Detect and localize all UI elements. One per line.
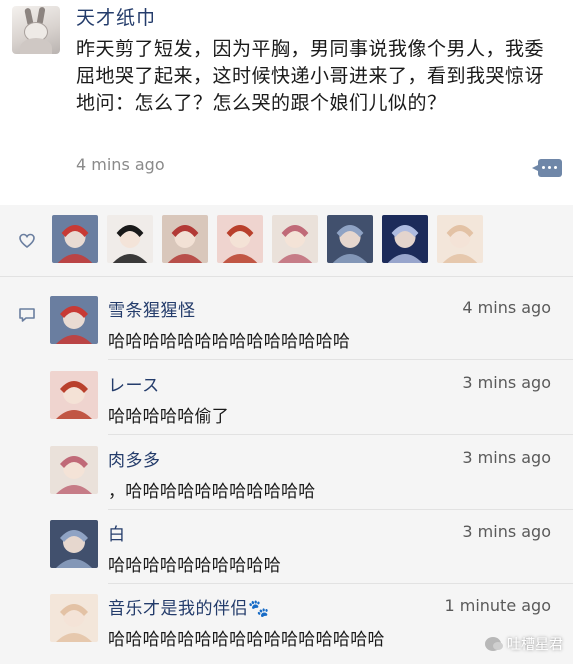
like-avatar-8[interactable] [437,215,483,263]
comment-item[interactable]: レース 3 mins ago 哈哈哈哈哈偷了 [0,361,573,435]
comment-author[interactable]: レース [108,371,160,396]
comment-avatar[interactable] [50,594,98,642]
comment-item[interactable]: 白 3 mins ago 哈哈哈哈哈哈哈哈哈哈 [0,510,573,584]
comment-text: 哈哈哈哈哈哈哈哈哈哈哈哈哈哈哈哈 [108,630,385,650]
like-avatar-3[interactable] [162,215,208,263]
comment-avatar[interactable] [50,446,98,494]
comment-avatar[interactable] [50,296,98,344]
comment-text: ，哈哈哈哈哈哈哈哈哈哈哈 [108,482,316,502]
comment-timestamp: 1 minute ago [444,596,551,615]
watermark: 吐槽星君 [485,634,563,654]
comment-text: 哈哈哈哈哈哈哈哈哈哈哈哈哈哈 [108,332,351,352]
comment-author[interactable]: 雪条猩猩怪 [108,296,196,321]
comment-author[interactable]: 肉多多 [108,446,161,471]
comment-author[interactable]: 白 [108,520,126,545]
comment-divider [108,359,573,360]
comment-text: 哈哈哈哈哈偷了 [108,407,230,427]
comment-timestamp: 3 mins ago [462,522,551,541]
author-name[interactable]: 天才纸巾 [76,3,156,30]
comment-timestamp: 3 mins ago [462,373,551,392]
heart-icon [19,233,35,249]
author-avatar[interactable] [12,6,60,54]
like-avatars-list [52,215,483,263]
comment-item[interactable]: 雪条猩猩怪 4 mins ago 哈哈哈哈哈哈哈哈哈哈哈哈哈哈 [0,286,573,360]
comment-menu-icon[interactable] [532,159,562,177]
like-avatar-6[interactable] [327,215,373,263]
like-avatar-7[interactable] [382,215,428,263]
like-avatar-5[interactable] [272,215,318,263]
post-timestamp: 4 mins ago [76,155,165,174]
comment-text: 哈哈哈哈哈哈哈哈哈哈 [108,556,281,576]
likes-section [0,205,573,277]
like-avatar-4[interactable] [217,215,263,263]
comment-item[interactable]: 肉多多 3 mins ago ，哈哈哈哈哈哈哈哈哈哈哈 [0,436,573,510]
comment-avatar[interactable] [50,520,98,568]
comment-divider [108,434,573,435]
comment-avatar[interactable] [50,371,98,419]
watermark-text: 吐槽星君 [507,637,563,653]
moment-post: 天才纸巾 昨天剪了短发，因为平胸，男同事说我像个男人，我委屈地哭了起来，这时候快… [0,0,573,205]
like-avatar-2[interactable] [107,215,153,263]
comment-timestamp: 4 mins ago [462,298,551,317]
comment-author[interactable]: 音乐才是我的伴侣🐾 [108,594,270,619]
post-text: 昨天剪了短发，因为平胸，男同事说我像个男人，我委屈地哭了起来，这时候快递小哥进来… [76,38,545,114]
like-avatar-1[interactable] [52,215,98,263]
wechat-icon [485,637,503,651]
comment-timestamp: 3 mins ago [462,448,551,467]
